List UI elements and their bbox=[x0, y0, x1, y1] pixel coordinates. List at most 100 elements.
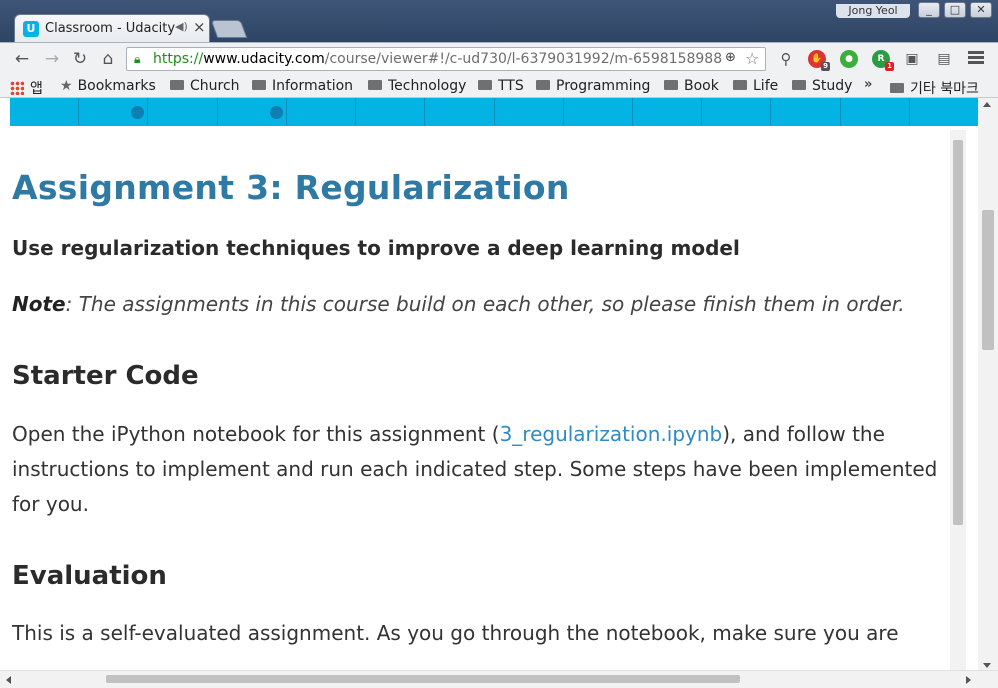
section-heading-evaluation: Evaluation bbox=[12, 561, 167, 591]
progress-segment[interactable] bbox=[633, 98, 703, 126]
audio-playing-icon[interactable]: ◀) bbox=[175, 20, 188, 33]
back-arrow-icon[interactable]: ← bbox=[12, 49, 32, 69]
notebook-link[interactable]: 3_regularization.ipynb bbox=[500, 422, 723, 446]
bookmark-label: Information bbox=[272, 78, 354, 94]
folder-icon bbox=[252, 80, 266, 90]
browser-tab[interactable]: U Classroom - Udacity ◀) × bbox=[14, 14, 210, 42]
url-scheme: https:// bbox=[153, 51, 204, 67]
bookmarks-overflow-chevron[interactable]: » bbox=[864, 77, 872, 92]
page-title: Assignment 3: Regularization bbox=[12, 168, 570, 207]
bookmark-folder-book[interactable]: Book bbox=[664, 78, 719, 94]
bookmark-apps[interactable]: 앱 bbox=[10, 78, 43, 98]
scroll-left-arrow-icon[interactable] bbox=[6, 676, 11, 684]
bookmark-folder-technology[interactable]: Technology bbox=[368, 78, 466, 94]
bookmark-label: Study bbox=[812, 78, 853, 94]
progress-segment[interactable] bbox=[495, 98, 564, 126]
close-window-button[interactable]: ✕ bbox=[970, 2, 992, 18]
window-titlebar: U Classroom - Udacity ◀) × Jong Yeol _ □… bbox=[0, 0, 998, 42]
progress-segment[interactable] bbox=[425, 98, 495, 126]
page-subtitle: Use regularization techniques to improve… bbox=[12, 236, 740, 260]
bookmark-folder-other[interactable]: 기타 북마크 bbox=[890, 78, 979, 98]
scroll-up-arrow-icon[interactable] bbox=[983, 102, 991, 107]
minimize-button[interactable]: _ bbox=[918, 2, 940, 18]
bookmark-label: Programming bbox=[556, 78, 651, 94]
star-icon: ★ bbox=[60, 78, 73, 94]
bookmark-folder-programming[interactable]: Programming bbox=[536, 78, 650, 94]
starter-text-before: Open the iPython notebook for this assig… bbox=[12, 422, 500, 446]
adblock-badge: 9 bbox=[821, 62, 830, 71]
zoom-icon[interactable]: ⊕ bbox=[725, 50, 736, 65]
page-scrollbar-thumb[interactable] bbox=[982, 210, 994, 350]
apps-label: 앱 bbox=[30, 81, 43, 97]
progress-segment[interactable] bbox=[287, 98, 357, 126]
progress-segment[interactable] bbox=[564, 98, 633, 126]
tab-close-icon[interactable]: × bbox=[193, 18, 206, 36]
content-scrollbar-thumb[interactable] bbox=[953, 140, 963, 525]
bookmark-folder-study[interactable]: Study bbox=[792, 78, 852, 94]
url-path: /course/viewer#!/c-ud730/l-6379031992/m-… bbox=[324, 51, 723, 67]
address-bar[interactable]: 🔒︎ https://www.udacity.com/course/viewer… bbox=[126, 47, 766, 71]
section-heading-starter-code: Starter Code bbox=[12, 361, 199, 391]
folder-icon bbox=[890, 83, 904, 93]
home-icon[interactable]: ⌂ bbox=[98, 49, 118, 69]
bookmark-label: 기타 북마크 bbox=[910, 81, 979, 97]
scroll-down-arrow-icon[interactable] bbox=[983, 663, 991, 668]
note-text: : The assignments in this course build o… bbox=[65, 292, 905, 316]
folder-icon bbox=[170, 80, 184, 90]
folder-icon bbox=[478, 80, 492, 90]
progress-segment[interactable] bbox=[79, 98, 149, 126]
bookmark-label: Book bbox=[684, 78, 719, 94]
evernote-icon[interactable]: ● bbox=[840, 50, 858, 68]
progress-segment[interactable] bbox=[910, 98, 978, 126]
adblock-icon[interactable]: ✋ 9 bbox=[808, 50, 830, 71]
lesson-progress-bar bbox=[10, 98, 978, 126]
folder-icon bbox=[792, 80, 806, 90]
progress-segment[interactable] bbox=[771, 98, 841, 126]
bookmarks-bar: 앱 ★ Bookmarks Church Information Technolo… bbox=[0, 74, 998, 98]
progress-segment[interactable] bbox=[218, 98, 287, 126]
scroll-right-arrow-icon[interactable] bbox=[966, 676, 971, 684]
maximize-button[interactable]: □ bbox=[944, 2, 966, 18]
udacity-favicon-icon: U bbox=[23, 21, 39, 37]
page-vertical-scrollbar[interactable] bbox=[978, 98, 998, 672]
chrome-menu-icon[interactable] bbox=[968, 51, 984, 65]
bookmark-star-icon[interactable]: ☆ bbox=[745, 49, 759, 68]
progress-segment[interactable] bbox=[10, 98, 80, 126]
folder-icon bbox=[733, 80, 747, 90]
bookmark-folder-life[interactable]: Life bbox=[733, 78, 778, 94]
page-viewport: Assignment 3: Regularization Use regular… bbox=[0, 98, 998, 688]
progress-segment[interactable] bbox=[148, 98, 218, 126]
readability-icon[interactable]: R1 bbox=[872, 50, 894, 71]
tab-title: Classroom - Udacity bbox=[45, 21, 175, 36]
bookmark-bookmarks[interactable]: ★ Bookmarks bbox=[60, 78, 156, 94]
bookmark-label: Life bbox=[753, 78, 779, 94]
progress-dot bbox=[131, 106, 145, 119]
bookmark-label: Bookmarks bbox=[77, 78, 156, 94]
bookmark-folder-information[interactable]: Information bbox=[252, 78, 353, 94]
screenshot-extension-icon[interactable]: ▣ bbox=[902, 49, 922, 69]
tts-extension-icon[interactable]: ▤ bbox=[934, 49, 954, 69]
note-paragraph: Note: The assignments in this course bui… bbox=[12, 292, 905, 316]
profile-name[interactable]: Jong Yeol bbox=[836, 4, 910, 18]
progress-segment[interactable] bbox=[841, 98, 910, 126]
progress-segment[interactable] bbox=[702, 98, 772, 126]
folder-icon bbox=[368, 80, 382, 90]
evaluation-paragraph: This is a self-evaluated assignment. As … bbox=[12, 621, 899, 645]
content-scrollbar[interactable] bbox=[950, 130, 966, 670]
folder-icon bbox=[664, 80, 678, 90]
progress-segment[interactable] bbox=[356, 98, 426, 126]
apps-grid-icon bbox=[10, 81, 24, 95]
url-host: www.udacity.com bbox=[203, 51, 325, 67]
bookmark-folder-church[interactable]: Church bbox=[170, 78, 240, 94]
progress-dot bbox=[269, 106, 283, 119]
reload-icon[interactable]: ↻ bbox=[70, 49, 90, 69]
readability-badge: 1 bbox=[885, 62, 894, 71]
search-extension-icon[interactable]: ⚲ bbox=[776, 49, 796, 69]
forward-arrow-icon[interactable]: → bbox=[42, 49, 62, 69]
bookmark-folder-tts[interactable]: TTS bbox=[478, 78, 524, 94]
bookmark-label: TTS bbox=[498, 78, 524, 94]
new-tab-button[interactable] bbox=[210, 20, 248, 38]
page-horizontal-scrollbar[interactable] bbox=[0, 670, 998, 688]
url-text: https://www.udacity.com/course/viewer#!/… bbox=[153, 51, 733, 67]
horizontal-scrollbar-thumb[interactable] bbox=[106, 675, 740, 683]
